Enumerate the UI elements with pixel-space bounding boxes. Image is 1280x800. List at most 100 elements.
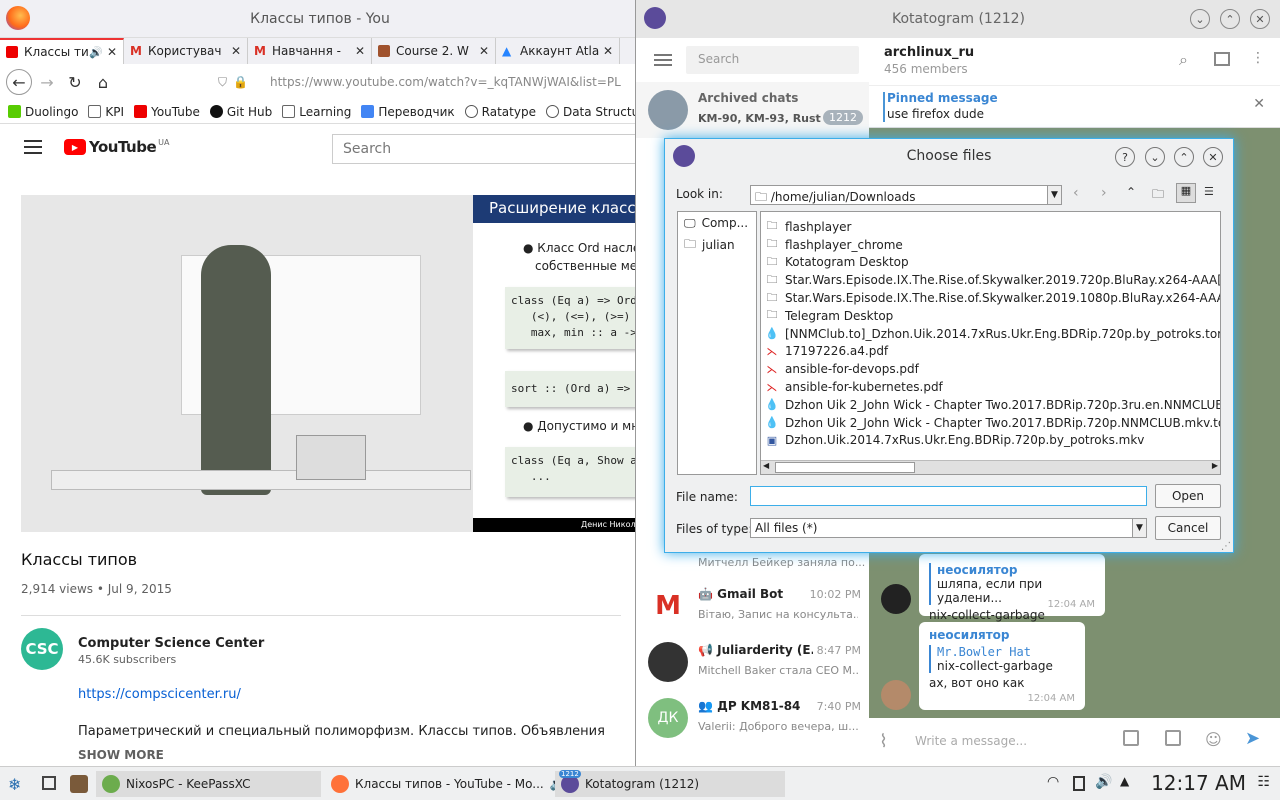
reload-button[interactable]: ↻	[62, 69, 88, 95]
file-item[interactable]: ⋋ ansible-for-kubernetes.pdf	[761, 378, 1220, 396]
attach-icon[interactable]: ⌇	[879, 731, 888, 752]
url-bar[interactable]: ⛉ 🔒 https://www.youtube.com/watch?v=_kqT…	[218, 69, 640, 95]
taskbar-item-firefox[interactable]: Классы типов - YouTube - Mo...🔊	[325, 771, 565, 797]
menu-icon[interactable]	[24, 140, 42, 154]
chat-item-archived[interactable]: Archived chats KM-90, KM-93, Rust ... 12…	[636, 82, 869, 138]
file-item[interactable]: 💧 [NNMClub.to]_Dzhon.Uik.2014.7xRus.Ukr.E…	[761, 325, 1220, 343]
forward-icon[interactable]: ›	[1101, 185, 1107, 201]
chat-item-dr-km81[interactable]: ДК 👥 ДР KM81-84 7:40 PM Valerii: Доброго…	[636, 690, 869, 746]
show-desktop-icon[interactable]	[42, 776, 56, 790]
tab-gmail-1[interactable]: M Користувач ✕	[124, 38, 248, 64]
place-computer[interactable]: 🖵 Comp...	[678, 212, 756, 234]
sidebar-toggle-icon[interactable]	[1214, 52, 1230, 66]
close-icon[interactable]: ✕	[355, 44, 365, 58]
avatar[interactable]	[881, 680, 911, 710]
horizontal-scrollbar[interactable]: ◀ ▶	[761, 460, 1220, 474]
clipboard-icon[interactable]	[1073, 776, 1085, 791]
kde-menu-icon[interactable]: ☷	[1257, 774, 1270, 790]
minimize-button[interactable]: ⌄	[1190, 9, 1210, 29]
search-input[interactable]: Search	[332, 134, 652, 164]
youtube-logo[interactable]: ▶ YouTube UA	[64, 138, 169, 156]
close-button[interactable]: ✕	[1250, 9, 1270, 29]
file-item[interactable]: 🗀 Telegram Desktop	[761, 307, 1220, 325]
avatar[interactable]	[881, 584, 911, 614]
maximize-button[interactable]: ⌃	[1220, 9, 1240, 29]
hamburger-menu-icon[interactable]	[654, 54, 672, 66]
close-button[interactable]: ✕	[1203, 147, 1223, 167]
clock[interactable]: 12:17 AM	[1151, 771, 1246, 795]
look-in-combo[interactable]: 🗀 /home/julian/Downloads ▼	[750, 185, 1062, 205]
pinned-app-icon[interactable]	[70, 775, 88, 793]
scroll-left-icon[interactable]: ◀	[763, 461, 769, 470]
emoji-icon[interactable]: ☺	[1205, 730, 1222, 749]
show-more-button[interactable]: SHOW MORE	[78, 748, 164, 762]
bookmark-translator[interactable]: Переводчик	[361, 105, 455, 119]
send-icon[interactable]: ➤	[1245, 728, 1260, 749]
volume-icon[interactable]: 🔊	[1095, 774, 1112, 790]
file-item[interactable]: 💧 Dzhon Uik 2_John Wick - Chapter Two.201…	[761, 414, 1220, 432]
bookmark-learning[interactable]: Learning	[282, 105, 351, 119]
wifi-icon[interactable]: ◠	[1047, 774, 1059, 790]
bookmark-data-structures[interactable]: Data Structur	[545, 105, 640, 119]
chat-search-input[interactable]: Search	[686, 46, 859, 74]
scroll-right-icon[interactable]: ▶	[1212, 461, 1218, 470]
bookmark-ratatype[interactable]: Ratatype	[464, 105, 536, 119]
file-name-input[interactable]	[750, 486, 1147, 506]
channel-avatar[interactable]: CSC	[21, 628, 63, 670]
file-item[interactable]: ⋋ ansible-for-devops.pdf	[761, 360, 1220, 378]
close-icon[interactable]: ✕	[231, 44, 241, 58]
cancel-button[interactable]: Cancel	[1155, 516, 1221, 540]
file-item[interactable]: 🗀 flashplayer_chrome	[761, 236, 1220, 254]
file-item[interactable]: ▣ Dzhon.Uik.2014.7xRus.Ukr.Eng.BDRip.720p…	[761, 432, 1220, 450]
file-item[interactable]: 💧 Dzhon Uik 2_John Wick - Chapter Two.201…	[761, 396, 1220, 414]
minimize-button[interactable]: ⌄	[1145, 147, 1165, 167]
bookmark-github[interactable]: Git Hub	[209, 105, 272, 119]
lock-icon[interactable]: 🔒	[233, 75, 248, 89]
tab-atlassian[interactable]: ▲ Аккаунт Atla ✕	[496, 38, 620, 64]
description-link[interactable]: https://compscicenter.ru/	[78, 687, 241, 702]
maximize-button[interactable]: ⌃	[1174, 147, 1194, 167]
file-item[interactable]: 🗀 Star.Wars.Episode.IX.The.Rise.of.Skywal…	[761, 289, 1221, 307]
speaker-icon[interactable]: 🔊	[89, 46, 103, 59]
pinned-message[interactable]: Pinned message use firefox dude ✕	[869, 86, 1280, 128]
new-folder-icon[interactable]: 🗀	[1152, 185, 1164, 206]
list-view-icon[interactable]: ▦	[1176, 183, 1196, 203]
bookmark-duolingo[interactable]: Duolingo	[8, 105, 78, 119]
back-icon[interactable]: ‹	[1073, 185, 1079, 201]
message-bubble[interactable]: неосилятор шляпа, если при удалени... nix…	[919, 554, 1105, 622]
open-button[interactable]: Open	[1155, 484, 1221, 508]
resize-grip-icon[interactable]: ⋰	[1221, 541, 1231, 552]
video-player[interactable]: Расширение класса ● Класс Ord наслед соб…	[21, 195, 641, 532]
help-button[interactable]: ?	[1115, 147, 1135, 167]
commands-icon[interactable]	[1165, 730, 1181, 746]
tab-gmail-2[interactable]: M Навчання - ✕	[248, 38, 372, 64]
close-icon[interactable]: ✕	[1253, 96, 1265, 112]
dropdown-arrow-icon[interactable]: ▼	[1132, 519, 1146, 537]
channel-name[interactable]: Computer Science Center	[78, 636, 264, 651]
shield-icon[interactable]: ⛉	[218, 75, 227, 90]
taskbar-item-keepassxc[interactable]: NixosPC - KeePassXC	[96, 771, 321, 797]
more-icon[interactable]: ⋮	[1251, 50, 1265, 66]
tray-expand-icon[interactable]: ▲	[1120, 774, 1129, 788]
files-of-type-select[interactable]: All files (*) ▼	[750, 518, 1147, 538]
message-bubble[interactable]: неосилятор Mr.Bowler Hat nix-collect-garb…	[919, 622, 1085, 710]
detail-view-icon[interactable]: ☰	[1204, 185, 1214, 198]
tab-course[interactable]: Course 2. W ✕	[372, 38, 496, 64]
back-button[interactable]: ←	[6, 69, 32, 95]
file-item[interactable]: 🗀 Star.Wars.Episode.IX.The.Rise.of.Skywal…	[761, 271, 1221, 289]
group-name[interactable]: archlinux_ru	[884, 45, 974, 60]
app-launcher-icon[interactable]: ❄	[8, 775, 21, 794]
tab-youtube[interactable]: Классы ти 🔊 ✕	[0, 38, 124, 64]
parent-folder-icon[interactable]: ⌃	[1126, 185, 1136, 199]
chat-item-juliarderity[interactable]: 📢 Juliarderity (E... 8:47 PM Mitchell Ba…	[636, 634, 869, 690]
file-item[interactable]: 🗀 Kotatogram Desktop	[761, 254, 1220, 272]
home-button[interactable]: ⌂	[90, 69, 116, 95]
dropdown-arrow-icon[interactable]: ▼	[1047, 186, 1061, 204]
file-item[interactable]: 🗀 flashplayer	[761, 218, 1220, 236]
taskbar-item-kotatogram[interactable]: 1212 Kotatogram (1212)	[555, 770, 785, 797]
scrollbar-thumb[interactable]	[775, 462, 915, 473]
bookmark-youtube[interactable]: YouTube	[134, 105, 200, 119]
forward-button[interactable]: →	[34, 69, 60, 95]
bookmark-kpi[interactable]: KPI	[88, 105, 124, 119]
search-icon[interactable]: ⌕	[1179, 50, 1188, 70]
